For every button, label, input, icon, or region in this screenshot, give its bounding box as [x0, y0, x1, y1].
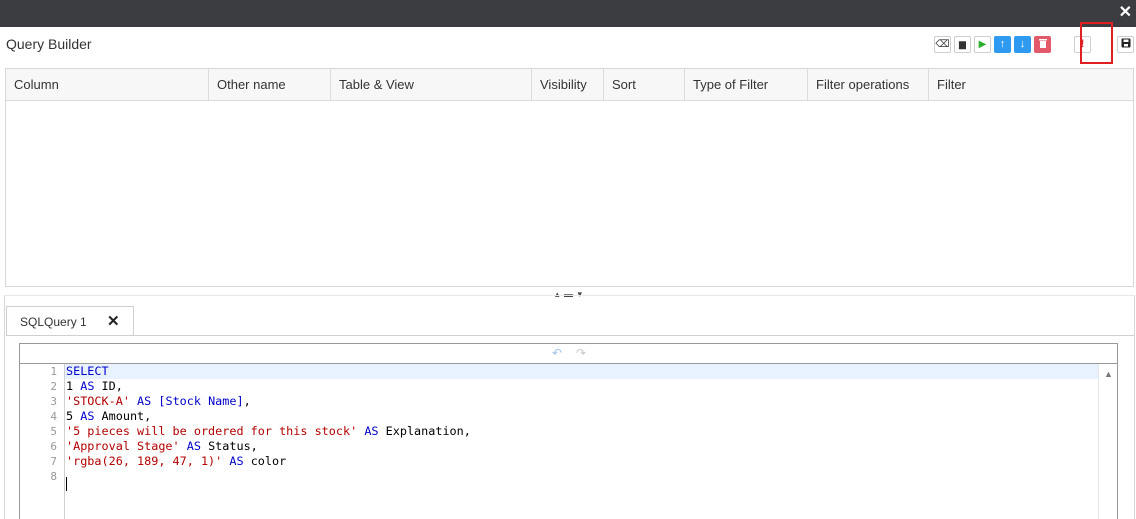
- code-token: ,: [243, 394, 251, 408]
- run-icon: ▶: [978, 38, 987, 50]
- eraser-icon: ⌫: [935, 38, 950, 50]
- scroll-up-icon[interactable]: ▲: [1104, 369, 1113, 379]
- line-number-gutter: 1 2 3 4 5 6 7 8: [20, 364, 64, 519]
- code-line: SELECT: [65, 364, 1099, 379]
- tab-divider: [6, 335, 1134, 336]
- save-icon: [1121, 38, 1131, 51]
- code-token: 5: [66, 409, 81, 423]
- line-number: 1: [50, 365, 57, 378]
- code-token: AS: [364, 424, 379, 438]
- move-up-icon: ↑: [999, 38, 1006, 50]
- eraser-button[interactable]: ⌫: [934, 36, 951, 53]
- line-number: 7: [50, 455, 57, 468]
- new-document-button[interactable]: ▆: [954, 36, 971, 53]
- editor-toolbar: ↶ ↷: [20, 344, 1117, 364]
- text-cursor: [66, 477, 67, 491]
- line-number: 8: [50, 470, 57, 483]
- move-down-icon: ↓: [1019, 38, 1026, 50]
- column-header-sort[interactable]: Sort: [604, 69, 685, 100]
- sql-editor[interactable]: ↶ ↷ 12345678 'rgba(26, 189, 47, 1)' AS c…: [19, 343, 1118, 519]
- code-token: 'Approval Stage': [66, 439, 180, 453]
- code-line: 1 AS ID,: [65, 379, 1099, 394]
- line-number: 4: [50, 410, 57, 423]
- code-token: AS: [80, 379, 95, 393]
- code-token: Explanation,: [378, 424, 471, 438]
- column-header-filter-operations[interactable]: Filter operations: [808, 69, 929, 100]
- columns-grid: Column Other name Table & View Visibilit…: [5, 68, 1134, 287]
- code-token: Amount,: [94, 409, 152, 423]
- line-number: 3: [50, 395, 57, 408]
- run-button[interactable]: ▶: [974, 36, 991, 53]
- delete-button[interactable]: [1034, 36, 1051, 53]
- code-line: 'STOCK-A' AS [Stock Name],: [65, 394, 1099, 409]
- line-number: 2: [50, 380, 57, 393]
- code-token: 1: [66, 379, 81, 393]
- delete-icon: [1038, 38, 1048, 52]
- code-token: ID,: [94, 379, 123, 393]
- column-header-visibility[interactable]: Visibility: [532, 69, 604, 100]
- page-title: Query Builder: [6, 36, 92, 52]
- save-button[interactable]: [1117, 36, 1134, 53]
- code-token: AS: [137, 394, 152, 408]
- tab-close-icon[interactable]: ✕: [107, 312, 120, 330]
- highlight-box: [1080, 22, 1113, 64]
- move-up-button[interactable]: ↑: [994, 36, 1011, 53]
- redo-icon[interactable]: ↷: [576, 346, 586, 360]
- code-token: AS: [80, 409, 95, 423]
- code-token: SELECT: [66, 364, 109, 378]
- column-header-column[interactable]: Column: [6, 69, 209, 100]
- column-header-table-view[interactable]: Table & View: [331, 69, 532, 100]
- column-header-type-of-filter[interactable]: Type of Filter: [685, 69, 808, 100]
- code-area[interactable]: 'rgba(26, 189, 47, 1)' AS color 'Approval…: [64, 364, 1099, 519]
- code-token: '5 pieces will be ordered for this stock…: [66, 424, 358, 438]
- code-token: AS: [229, 454, 244, 468]
- editor-scrollbar[interactable]: ▲: [1098, 364, 1117, 519]
- grid-header: Column Other name Table & View Visibilit…: [6, 69, 1133, 101]
- new-document-icon: ▆: [959, 39, 966, 49]
- code-token: 'STOCK-A': [66, 394, 130, 408]
- code-token: AS: [186, 439, 201, 453]
- code-token: Status,: [200, 439, 258, 453]
- column-header-filter[interactable]: Filter: [929, 69, 1133, 100]
- column-header-other-name[interactable]: Other name: [209, 69, 331, 100]
- code-token: [Stock Name]: [158, 394, 244, 408]
- line-number: 6: [50, 440, 57, 453]
- window-close-icon[interactable]: ✕: [1119, 3, 1132, 23]
- undo-icon[interactable]: ↶: [552, 346, 562, 360]
- window-titlebar: ✕: [0, 0, 1136, 27]
- code-line: 'rgba(26, 189, 47, 1)' AS color: [65, 454, 1099, 469]
- code-token: 'rgba(26, 189, 47, 1)': [66, 454, 223, 468]
- code-token: color: [243, 454, 287, 468]
- tab-label: SQLQuery 1: [20, 315, 87, 329]
- code-line: 'Approval Stage' AS Status,: [65, 439, 1099, 454]
- line-number: 5: [50, 425, 57, 438]
- tab-sqlquery-1[interactable]: SQLQuery 1 ✕: [6, 306, 134, 336]
- move-down-button[interactable]: ↓: [1014, 36, 1031, 53]
- code-line: '5 pieces will be ordered for this stock…: [65, 424, 1099, 439]
- code-line: 5 AS Amount,: [65, 409, 1099, 424]
